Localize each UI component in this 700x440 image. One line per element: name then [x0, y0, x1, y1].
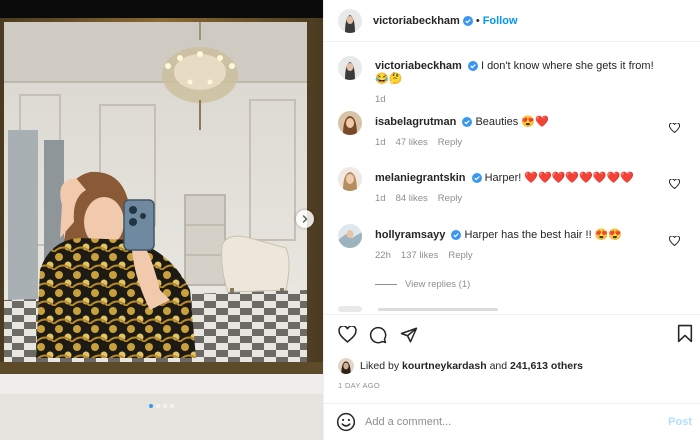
- avatar[interactable]: [338, 8, 362, 33]
- verified-badge-icon: [462, 15, 473, 26]
- comment-text: Beauties 😍❤️: [475, 116, 549, 128]
- liked-by-user[interactable]: kourtneykardash: [402, 360, 487, 372]
- like-button[interactable]: [336, 324, 358, 346]
- carousel-dot: [163, 404, 167, 408]
- carousel-dot: [149, 404, 153, 408]
- post-photo: [0, 0, 323, 440]
- like-comment-heart-icon[interactable]: [669, 123, 680, 133]
- avatar[interactable]: [338, 111, 362, 135]
- reply-button[interactable]: Reply: [448, 250, 472, 261]
- comment-text: Harper has the best hair !! 😍😍: [464, 229, 623, 241]
- author-username[interactable]: victoriabeckham: [373, 15, 460, 27]
- save-button[interactable]: [677, 324, 693, 346]
- comment-time: 1d: [375, 137, 386, 148]
- comment-text: Harper! ❤️❤️❤️❤️❤️❤️❤️❤️: [484, 172, 634, 184]
- heart-icon: [337, 326, 357, 343]
- post-media: [0, 0, 323, 440]
- reply-button[interactable]: Reply: [438, 137, 462, 148]
- post-header: victoriabeckham • Follow: [324, 0, 700, 42]
- follow-button[interactable]: Follow: [483, 15, 518, 27]
- next-photo-button[interactable]: [296, 210, 314, 228]
- comment-icon: [369, 326, 387, 343]
- like-comment-heart-icon[interactable]: [669, 179, 680, 189]
- view-replies-button[interactable]: View replies (1): [375, 279, 470, 290]
- verified-badge-icon: [467, 61, 478, 71]
- comment-username[interactable]: victoriabeckham: [375, 60, 462, 72]
- next-comment-peek: [338, 306, 498, 312]
- comment-username[interactable]: hollyramsayy: [375, 229, 445, 241]
- likes-others[interactable]: 241,613 others: [510, 360, 583, 372]
- like-comment-heart-icon[interactable]: [669, 236, 680, 246]
- comment-button[interactable]: [367, 324, 389, 346]
- comment-username[interactable]: isabelagrutman: [375, 116, 456, 128]
- comment-time: 1d: [375, 94, 386, 105]
- instagram-post: victoriabeckham • Follow victoriabeckham…: [0, 0, 700, 440]
- emoji-icon[interactable]: [336, 412, 356, 432]
- avatar[interactable]: [338, 167, 362, 191]
- comment-likes[interactable]: 84 likes: [396, 193, 428, 204]
- comment-likes[interactable]: 137 likes: [401, 250, 439, 261]
- header-separator: •: [475, 14, 480, 27]
- verified-badge-icon: [462, 117, 473, 127]
- carousel-dot: [156, 404, 160, 408]
- verified-badge-icon: [471, 173, 482, 183]
- carousel-indicator: [0, 404, 323, 408]
- bookmark-icon: [677, 324, 693, 343]
- avatar[interactable]: [338, 224, 362, 248]
- replies-divider: [375, 284, 397, 285]
- verified-badge-icon: [451, 230, 462, 240]
- comment-username[interactable]: melaniegrantskin: [375, 172, 465, 184]
- post-date[interactable]: 1 DAY AGO: [338, 381, 380, 390]
- likes-joiner: and: [489, 360, 508, 372]
- add-comment-bar: Post: [324, 403, 700, 440]
- view-replies-label: View replies (1): [405, 279, 471, 290]
- comment-time: 22h: [375, 250, 391, 261]
- likes-summary: Liked by kourtneykardash and 241,613 oth…: [338, 357, 583, 375]
- avatar[interactable]: [338, 358, 354, 374]
- reply-button[interactable]: Reply: [438, 193, 462, 204]
- share-button[interactable]: [398, 324, 420, 346]
- likes-prefix: Liked by: [360, 360, 400, 372]
- comment-time: 1d: [375, 193, 386, 204]
- comments-list: victoriabeckham I don't know where she g…: [324, 43, 700, 314]
- post-side-panel: victoriabeckham • Follow victoriabeckham…: [323, 0, 700, 440]
- comment-input[interactable]: [365, 416, 645, 428]
- chevron-right-icon: [302, 215, 308, 223]
- comment-likes[interactable]: 47 likes: [396, 137, 428, 148]
- carousel-dot: [170, 404, 174, 408]
- post-comment-button[interactable]: Post: [668, 416, 692, 428]
- post-actions: [324, 314, 700, 354]
- share-icon: [400, 327, 418, 342]
- avatar[interactable]: [338, 56, 362, 80]
